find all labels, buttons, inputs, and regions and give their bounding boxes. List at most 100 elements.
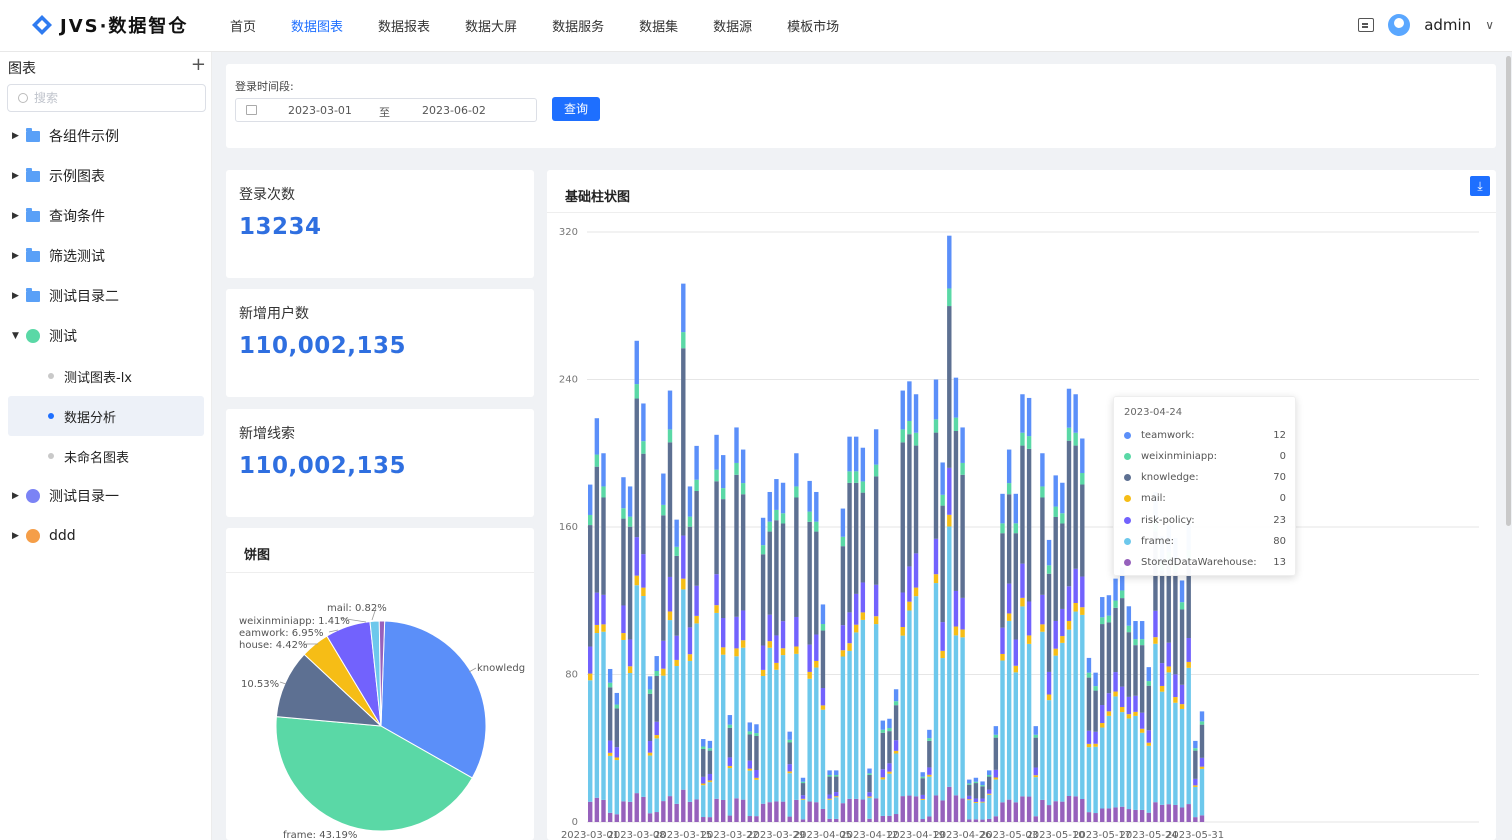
caret-right-icon[interactable]: ▶ xyxy=(12,531,26,541)
bar-segment xyxy=(873,476,879,585)
tree-item[interactable]: ▶ 示例图表 xyxy=(0,156,212,196)
bar-segment xyxy=(1040,497,1045,595)
tree-item[interactable]: 未命名图表 xyxy=(0,436,212,476)
bar-segment xyxy=(1013,639,1018,666)
tree-item[interactable]: ▶ 测试目录一 xyxy=(0,476,212,516)
tree-item[interactable]: ▶ 测试目录二 xyxy=(0,276,212,316)
bar-segment xyxy=(940,622,945,651)
bar-segment xyxy=(1113,578,1118,601)
caret-right-icon[interactable]: ▶ xyxy=(12,171,26,181)
bar-segment xyxy=(887,731,892,764)
bar-segment xyxy=(714,605,719,613)
nav-item[interactable]: 数据图表 xyxy=(291,0,343,52)
bar-segment xyxy=(873,584,879,617)
add-icon[interactable]: + xyxy=(191,56,206,78)
caret-right-icon[interactable]: ▶ xyxy=(12,131,26,141)
bar-segment xyxy=(1000,493,1005,524)
bar-segment xyxy=(647,755,653,814)
bar-segment xyxy=(721,455,726,489)
bar-segment xyxy=(1080,607,1085,615)
bar-segment xyxy=(647,689,653,694)
bar-segment xyxy=(927,816,932,822)
bar-segment xyxy=(1113,807,1118,822)
start-date[interactable]: 2023-03-01 xyxy=(288,104,352,117)
bar-segment xyxy=(780,648,786,656)
bar-segment xyxy=(933,379,939,420)
bar-segment xyxy=(1146,742,1151,746)
date-separator: 至 xyxy=(379,106,390,119)
tree-item[interactable]: 数据分析 xyxy=(8,396,204,436)
bar-segment xyxy=(1060,642,1065,802)
logo-text: JVS·数据智仓 xyxy=(60,16,189,37)
query-button[interactable]: 查询 xyxy=(552,97,600,121)
bar-segment xyxy=(661,801,666,822)
bar-segment xyxy=(1000,533,1005,628)
caret-right-icon[interactable]: ▶ xyxy=(12,251,26,261)
bar-segment xyxy=(814,531,819,635)
bar-segment xyxy=(701,739,706,747)
bar-segment xyxy=(1026,397,1032,437)
chevron-down-icon[interactable]: ∨ xyxy=(1485,18,1494,32)
legend-dot xyxy=(1124,559,1131,567)
bar-segment xyxy=(1146,812,1151,822)
nav-item[interactable]: 数据源 xyxy=(713,0,752,52)
nav-item[interactable]: 首页 xyxy=(230,0,256,52)
bar-segment xyxy=(1179,684,1185,705)
end-date[interactable]: 2023-06-02 xyxy=(422,104,486,117)
bar-segment xyxy=(661,473,666,505)
bar-segment xyxy=(987,818,992,822)
tree-item-label: 数据分析 xyxy=(64,410,117,426)
bar-segment xyxy=(721,647,726,655)
bar-segment xyxy=(880,777,885,780)
bar-segment xyxy=(1193,748,1198,751)
nav-item[interactable]: 数据服务 xyxy=(552,0,604,52)
bar-segment xyxy=(780,513,786,524)
bar-segment xyxy=(1120,706,1125,713)
caret-right-icon[interactable]: ▶ xyxy=(12,211,26,221)
avatar[interactable] xyxy=(1388,14,1411,36)
date-range-picker[interactable]: 2023-03-01 至 2023-06-02 xyxy=(235,98,537,122)
bar-segment xyxy=(1133,645,1138,696)
bar-segment xyxy=(667,442,673,577)
bar-segment xyxy=(847,798,852,822)
bar-segment xyxy=(1159,691,1165,805)
bar-segment xyxy=(887,718,892,729)
tree-item[interactable]: ▶ 查询条件 xyxy=(0,196,212,236)
bar-segment xyxy=(774,479,779,510)
bar-segment xyxy=(1026,796,1032,822)
tree-item[interactable]: 测试图表-lx xyxy=(0,356,212,396)
tree-item[interactable]: ▶ ddd xyxy=(0,516,212,556)
tree-item[interactable]: ▶ 筛选测试 xyxy=(0,236,212,276)
bar-segment xyxy=(654,721,659,736)
caret-right-icon[interactable]: ▶ xyxy=(12,291,26,301)
pie-label-mail: mail: 0.82% xyxy=(327,603,387,614)
bar-segment xyxy=(654,812,659,822)
bar-segment xyxy=(727,724,733,728)
download-icon[interactable]: ⤓ xyxy=(1470,176,1490,196)
tree-item[interactable]: ▶ 各组件示例 xyxy=(0,116,212,156)
bar-segment xyxy=(1040,486,1045,498)
bar-segment xyxy=(627,801,633,822)
tree-item[interactable]: ▼ 测试 xyxy=(0,316,212,356)
bar-segment xyxy=(854,593,859,625)
logo[interactable]: JVS·数据智仓 xyxy=(30,12,188,38)
message-icon[interactable] xyxy=(1358,18,1375,32)
bar-segment xyxy=(800,795,806,799)
nav-item[interactable]: 数据报表 xyxy=(378,0,430,52)
caret-right-icon[interactable]: ▶ xyxy=(12,491,26,501)
nav-item[interactable]: 模板市场 xyxy=(787,0,839,52)
bar-segment xyxy=(747,722,752,732)
nav-item[interactable]: 数据大屏 xyxy=(465,0,517,52)
bar-segment xyxy=(1173,572,1178,675)
nav-item[interactable]: 数据集 xyxy=(639,0,678,52)
user-name[interactable]: admin xyxy=(1424,16,1471,34)
search-input[interactable]: 搜索 xyxy=(7,84,206,112)
caret-down-icon[interactable]: ▼ xyxy=(12,331,26,341)
tooltip-series-value: 0 xyxy=(1279,493,1286,505)
kpi-card-new-leads: 新增线索 110,002,135 xyxy=(226,409,534,517)
bar-segment xyxy=(1020,445,1025,564)
bar-segment xyxy=(1026,448,1032,602)
page-scrollbar[interactable] xyxy=(1506,56,1511,526)
bar-segment xyxy=(1006,799,1012,822)
bar-segment xyxy=(760,545,766,555)
